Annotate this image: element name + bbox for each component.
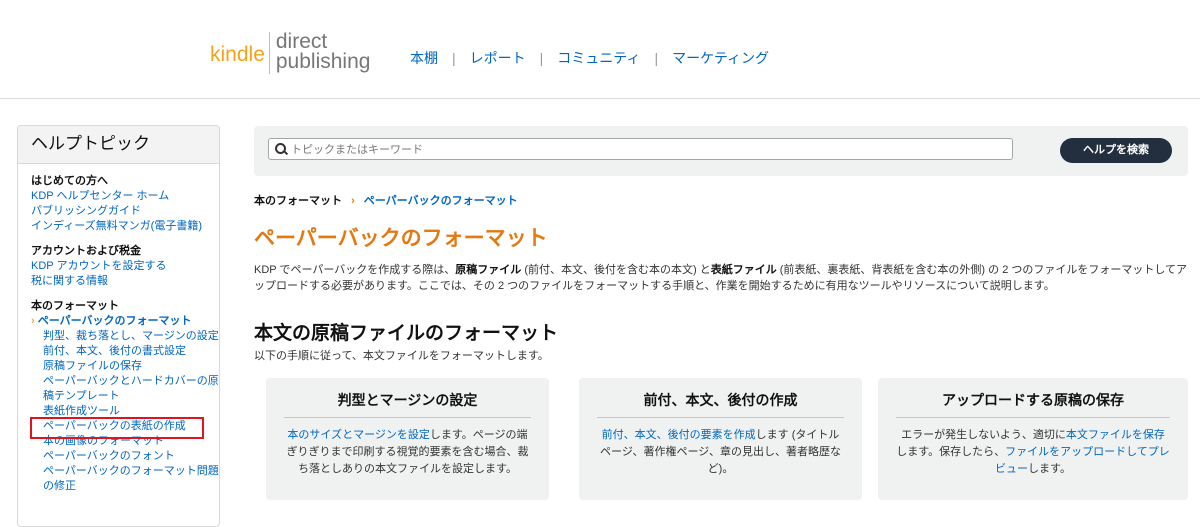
search-icon [275,143,286,154]
section-title: 本文の原稿ファイルのフォーマット [254,323,559,344]
card-link-size-margins[interactable]: 本のサイズとマージンを設定 [287,429,429,441]
search-help-button[interactable]: ヘルプを検索 [1060,138,1172,163]
search-input[interactable]: トピックまたはキーワード [268,138,1013,160]
intro-bold-manuscript: 原稿ファイル [455,264,522,276]
section-subtitle: 以下の手順に従って、本文ファイルをフォーマットします。 [254,350,549,362]
card-body: 前付、本文、後付の要素を作成します (タイトル ページ、著作権ページ、章の見出し… [597,427,844,478]
sidebar-group-title: はじめての方へ [31,175,108,187]
nav-marketing[interactable]: マーケティング [672,48,769,68]
logo-publishing: publishing [275,50,371,73]
sidebar-item-trim-bleed-margins[interactable]: 判型、裁ち落とし、マージンの設定 [43,329,219,344]
card-trim-margins: 判型とマージンの設定 本のサイズとマージンを設定します。ページの端ぎりぎりまで印… [266,378,549,500]
main-nav: 本棚 | レポート | コミュニティ | マーケティング [410,48,769,68]
logo-kindle-text: kindle [210,43,265,66]
sidebar-item-front-body-back-matter[interactable]: 前付、本文、後付の書式設定 [43,344,219,359]
breadcrumb: 本のフォーマット › ペーパーバックのフォーマット [254,192,518,208]
card-link-upload-preview[interactable]: ファイルをアップロードしてプレビュー [995,446,1170,475]
card-front-body-back: 前付、本文、後付の作成 前付、本文、後付の要素を作成します (タイトル ページ、… [579,378,862,500]
logo-divider [268,32,270,74]
card-body: エラーが発生しないよう、適切に本文ファイルを保存します。保存したら、ファイルをア… [896,427,1170,478]
logo-direct-publishing-text: direct publishing [275,31,371,73]
sidebar-item-publishing-guide[interactable]: パブリッシングガイド [31,204,219,219]
card-title: アップロードする原稿の保存 [896,390,1170,418]
intro-paragraph: KDP でペーパーバックを作成する際は、原稿ファイル (前付、本文、後付を含む本… [254,262,1194,294]
help-topics-sidebar: ヘルプトピック はじめての方へ KDP ヘルプセンター ホーム パブリッシングガ… [17,125,220,527]
sidebar-item-account-setup[interactable]: KDP アカウントを設定する [31,259,219,274]
breadcrumb-root[interactable]: 本のフォーマット [254,195,342,207]
kdp-logo[interactable]: kindle direct publishing [210,31,371,74]
sidebar-item-indies-manga[interactable]: インディーズ無料マンガ(電子書籍) [31,219,219,234]
help-search-bar: トピックまたはキーワード ヘルプを検索 [254,126,1188,176]
card-title: 前付、本文、後付の作成 [597,390,844,418]
nav-community[interactable]: コミュニティ [557,48,640,68]
nav-separator: | [654,50,659,66]
highlight-annotation-box [30,417,204,439]
sidebar-item-paperback-formatting[interactable]: ペーパーバックのフォーマット [31,314,219,329]
sidebar-item-save-manuscript[interactable]: 原稿ファイルの保存 [43,359,219,374]
intro-text: (前付、本文、後付を含む本の本文) と [521,264,711,276]
page-title: ペーパーバックのフォーマット [254,227,548,250]
sidebar-item-fix-formatting-issues[interactable]: ペーパーバックのフォーマット問題の修正 [43,464,219,494]
breadcrumb-current[interactable]: ペーパーバックのフォーマット [364,195,518,207]
sidebar-group-getting-started: はじめての方へ KDP ヘルプセンター ホーム パブリッシングガイド インディー… [31,174,219,234]
card-text: します。 [1028,463,1071,475]
sidebar-item-help-home[interactable]: KDP ヘルプセンター ホーム [31,189,219,204]
breadcrumb-separator: › [351,195,355,207]
card-text: エラーが発生しないよう、適切に [901,429,1066,441]
card-link-save-file[interactable]: 本文ファイルを保存 [1066,429,1165,441]
intro-text: KDP でペーパーバックを作成する際は、 [254,264,456,276]
nav-separator: | [452,50,456,66]
sidebar-item-paperback-fonts[interactable]: ペーパーバックのフォント [43,449,219,464]
sidebar-item-tax-info[interactable]: 税に関する情報 [31,274,219,289]
nav-separator: | [539,50,544,66]
sidebar-group-title: アカウントおよび税金 [31,245,141,257]
site-header: kindle direct publishing 本棚 | レポート | コミュ… [0,0,1200,99]
sidebar-title: ヘルプトピック [18,126,219,164]
card-save-manuscript: アップロードする原稿の保存 エラーが発生しないよう、適切に本文ファイルを保存しま… [878,378,1188,500]
card-title: 判型とマージンの設定 [284,390,531,418]
sidebar-item-manuscript-templates[interactable]: ペーパーバックとハードカバーの原稿テンプレート [43,374,219,404]
sidebar-group-title: 本のフォーマット [31,300,119,312]
card-link-create-elements[interactable]: 前付、本文、後付の要素を作成 [602,429,756,441]
sidebar-group-account-tax: アカウントおよび税金 KDP アカウントを設定する 税に関する情報 [31,244,219,289]
nav-bookshelf[interactable]: 本棚 [410,48,438,68]
nav-reports[interactable]: レポート [470,48,526,68]
sidebar-group-book-formatting: 本のフォーマット ペーパーバックのフォーマット 判型、裁ち落とし、マージンの設定… [31,299,219,494]
card-body: 本のサイズとマージンを設定します。ページの端ぎりぎりまで印刷する視覚的要素を含む… [284,427,531,478]
intro-bold-cover: 表紙ファイル [710,264,777,276]
card-text: します。保存したら、 [896,446,1006,458]
